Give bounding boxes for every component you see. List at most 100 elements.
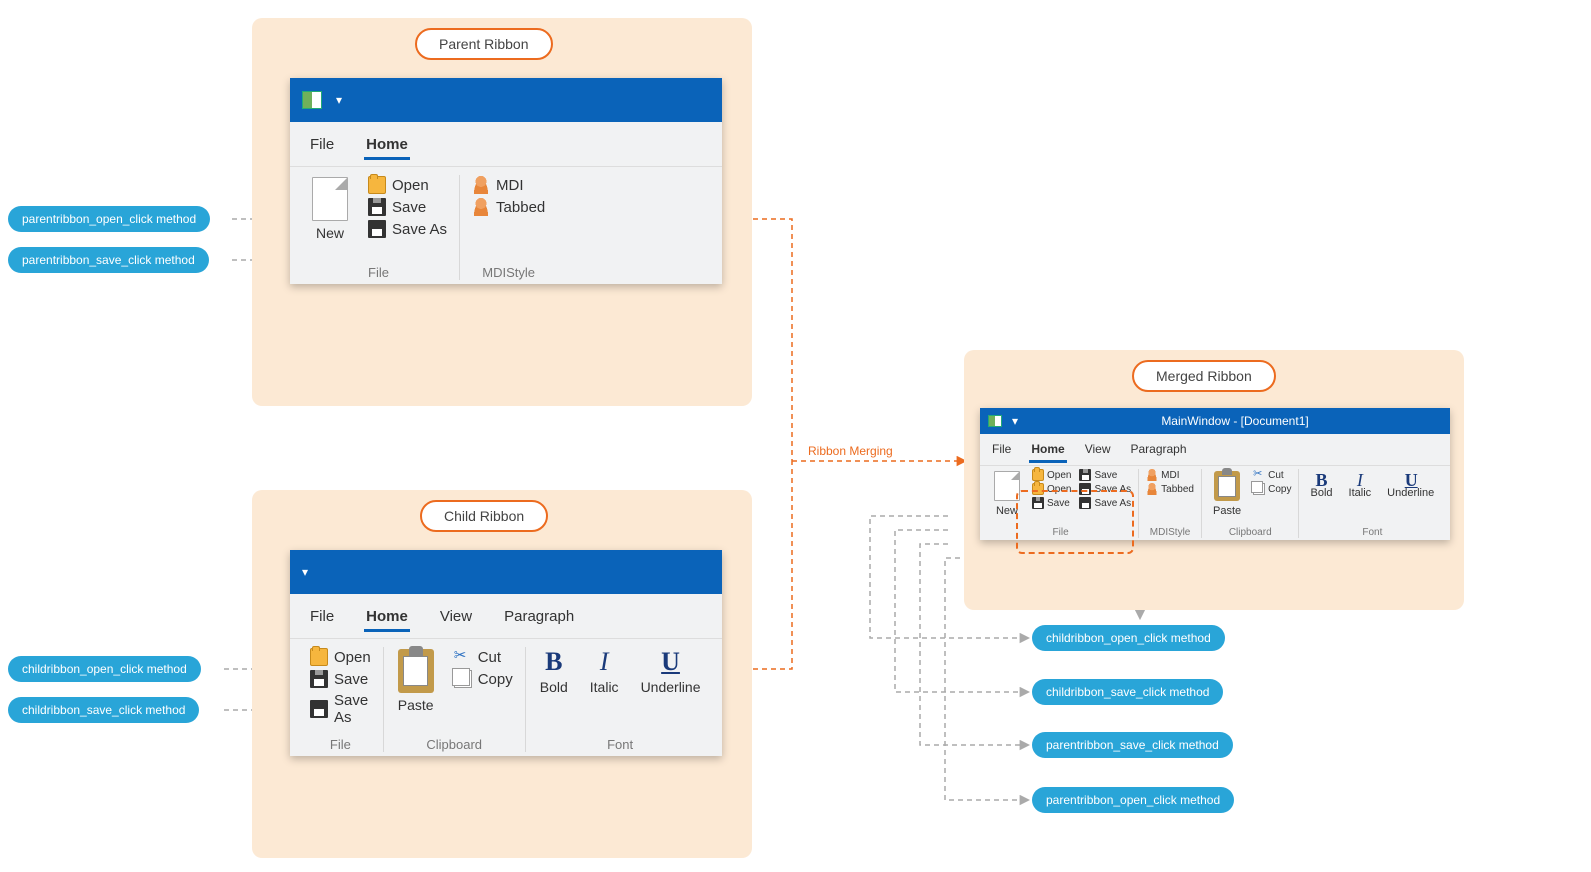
tabs: File Home xyxy=(290,122,722,167)
group-clipboard: Paste Cut Copy Clipboard xyxy=(384,647,526,752)
child-save-method-label: childribbon_save_click method xyxy=(8,697,199,723)
mdi-button[interactable]: MDI xyxy=(1144,469,1196,481)
user-icon xyxy=(1146,483,1158,495)
copy-icon xyxy=(1253,483,1265,495)
child-open-method-label: childribbon_open_click method xyxy=(8,656,201,682)
italic-button[interactable]: IItalic xyxy=(584,647,625,697)
titlebar: ▾ MainWindow - [Document1] xyxy=(980,408,1450,434)
window-title: MainWindow - [Document1] xyxy=(1028,414,1442,428)
group-header: Clipboard xyxy=(1229,527,1272,538)
folder-icon xyxy=(1032,469,1044,481)
saveas-button[interactable]: Save As xyxy=(306,691,375,727)
ribbon-merging-label: Ribbon Merging xyxy=(808,444,893,458)
open-button[interactable]: Open xyxy=(364,175,451,195)
saveas-button[interactable]: Save As xyxy=(364,219,451,239)
merged-child-open-label: childribbon_open_click method xyxy=(1032,625,1225,651)
tab-home[interactable]: Home xyxy=(364,604,410,632)
group-header: MDIStyle xyxy=(482,265,535,280)
save-button[interactable]: Save xyxy=(364,197,451,217)
paste-icon xyxy=(398,649,434,693)
child-ribbon: ▾ File Home View Paragraph Open Save Sav… xyxy=(290,550,722,756)
tabbed-button[interactable]: Tabbed xyxy=(1144,483,1196,495)
parent-ribbon-label: Parent Ribbon xyxy=(415,28,553,60)
window-icon xyxy=(988,415,1002,427)
qat-dropdown-icon[interactable]: ▾ xyxy=(302,565,308,579)
parent-save-method-label: parentribbon_save_click method xyxy=(8,247,209,273)
qat-dropdown-icon[interactable]: ▾ xyxy=(1012,414,1018,428)
tabs: File Home View Paragraph xyxy=(290,594,722,639)
window-icon xyxy=(302,91,322,109)
group-header: File xyxy=(330,737,351,752)
group-font: BBold IItalic UUnderline Font xyxy=(526,647,715,752)
group-file: New Open Save Save As File xyxy=(298,175,460,280)
child-ribbon-label: Child Ribbon xyxy=(420,500,548,532)
titlebar: ▾ xyxy=(290,550,722,594)
tabbed-button[interactable]: Tabbed xyxy=(468,197,549,217)
group-header: File xyxy=(368,265,389,280)
tab-view[interactable]: View xyxy=(1083,438,1113,463)
paste-button[interactable]: Paste xyxy=(1207,469,1247,519)
folder-icon xyxy=(310,648,328,666)
titlebar: ▾ xyxy=(290,78,722,122)
bold-icon: B xyxy=(545,649,562,675)
paste-button[interactable]: Paste xyxy=(392,647,440,715)
italic-button[interactable]: IItalic xyxy=(1343,469,1378,501)
copy-icon xyxy=(454,670,472,688)
qat-dropdown-icon[interactable]: ▾ xyxy=(336,93,342,107)
saveas-icon xyxy=(368,220,386,238)
tab-view[interactable]: View xyxy=(438,604,474,632)
saveas-icon xyxy=(310,700,328,718)
merged-highlight xyxy=(1016,490,1134,554)
group-file: Open Save Save As File xyxy=(298,647,384,752)
open-button[interactable]: Open xyxy=(1030,469,1073,481)
user-icon xyxy=(472,176,490,194)
group-header: MDIStyle xyxy=(1150,527,1191,538)
parent-ribbon: ▾ File Home New Open Save Save As File M… xyxy=(290,78,722,284)
tab-file[interactable]: File xyxy=(990,438,1013,463)
save-icon xyxy=(368,198,386,216)
tab-file[interactable]: File xyxy=(308,132,336,160)
save-icon xyxy=(310,670,328,688)
open-button[interactable]: Open xyxy=(306,647,375,667)
tab-file[interactable]: File xyxy=(308,604,336,632)
merged-parent-open-label: parentribbon_open_click method xyxy=(1032,787,1234,813)
tab-paragraph[interactable]: Paragraph xyxy=(502,604,576,632)
paste-icon xyxy=(1214,471,1240,501)
merged-ribbon-label: Merged Ribbon xyxy=(1132,360,1276,392)
group-header: Clipboard xyxy=(426,737,482,752)
cut-button[interactable]: Cut xyxy=(450,647,517,667)
group-header: Font xyxy=(1362,527,1382,538)
user-icon xyxy=(1146,469,1158,481)
new-button[interactable]: New xyxy=(306,175,354,243)
italic-icon: I xyxy=(1354,471,1366,483)
group-font: BBold IItalic UUnderline Font xyxy=(1299,469,1445,538)
tab-paragraph[interactable]: Paragraph xyxy=(1128,438,1188,463)
mdi-button[interactable]: MDI xyxy=(468,175,549,195)
save-button-2[interactable]: Save xyxy=(1077,469,1133,481)
group-mdistyle: MDI Tabbed MDIStyle xyxy=(460,175,557,280)
tab-home[interactable]: Home xyxy=(364,132,410,160)
parent-open-method-label: parentribbon_open_click method xyxy=(8,206,210,232)
save-button[interactable]: Save xyxy=(306,669,375,689)
group-mdistyle: MDI Tabbed MDIStyle xyxy=(1139,469,1202,538)
cut-icon xyxy=(1253,469,1265,481)
copy-button[interactable]: Copy xyxy=(450,669,517,689)
bold-button[interactable]: BBold xyxy=(1304,469,1338,501)
document-icon xyxy=(312,177,348,221)
save-icon xyxy=(1079,469,1091,481)
bold-button[interactable]: BBold xyxy=(534,647,574,697)
merged-child-save-label: childribbon_save_click method xyxy=(1032,679,1223,705)
bold-icon: B xyxy=(1316,471,1328,483)
copy-button[interactable]: Copy xyxy=(1251,483,1293,495)
tab-home[interactable]: Home xyxy=(1029,438,1066,463)
group-header: Font xyxy=(607,737,633,752)
merged-parent-save-label: parentribbon_save_click method xyxy=(1032,732,1233,758)
italic-icon: I xyxy=(600,649,609,675)
group-clipboard: Paste Cut Copy Clipboard xyxy=(1202,469,1300,538)
cut-button[interactable]: Cut xyxy=(1251,469,1293,481)
cut-icon xyxy=(454,648,472,666)
user-icon xyxy=(472,198,490,216)
underline-button[interactable]: UUnderline xyxy=(1381,469,1440,501)
underline-icon: U xyxy=(661,649,680,675)
underline-button[interactable]: UUnderline xyxy=(635,647,707,697)
